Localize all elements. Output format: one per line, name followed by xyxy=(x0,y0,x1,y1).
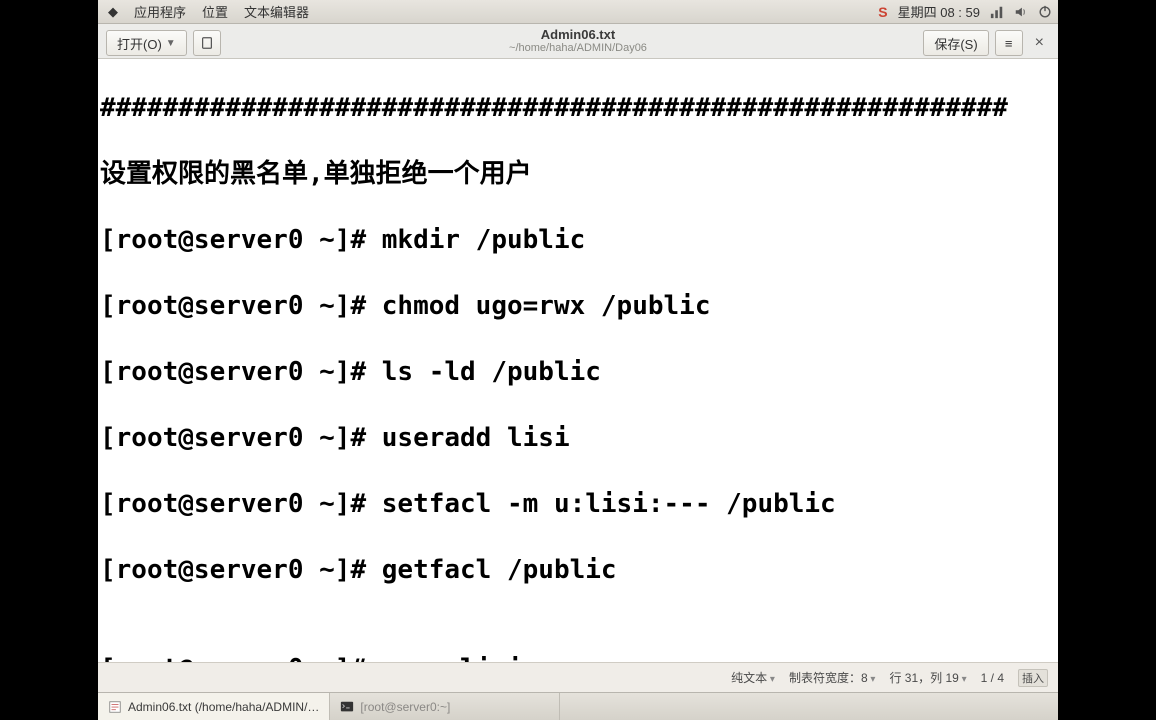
gedit-icon xyxy=(108,700,122,714)
places-menu[interactable]: 位置 xyxy=(202,2,228,21)
task-label: Admin06.txt (/home/haha/ADMIN/… xyxy=(128,700,319,714)
text-line: [root@server0 ~]# chmod ugo=rwx /public xyxy=(100,290,1056,323)
editor-content[interactable]: ########################################… xyxy=(98,59,1058,662)
window-path: ~/home/haha/ADMIN/Day06 xyxy=(106,42,1050,54)
text-line: [root@server0 ~]# su - lisi xyxy=(100,653,1056,662)
taskbar: Admin06.txt (/home/haha/ADMIN/… [root@se… xyxy=(98,692,1058,720)
cursor-position[interactable]: 行 31，列 19 xyxy=(889,669,966,686)
syntax-mode[interactable]: 纯文本 xyxy=(731,669,775,686)
page-number: 1 / 4 xyxy=(981,671,1004,685)
text-line: 设置权限的黑名单,单独拒绝一个用户 xyxy=(100,158,1056,191)
terminal-icon xyxy=(340,700,354,714)
text-line: ########################################… xyxy=(100,92,1056,125)
open-button[interactable]: 打开(O) ▼ xyxy=(106,30,187,56)
text-line: [root@server0 ~]# ls -ld /public xyxy=(100,356,1056,389)
power-icon[interactable] xyxy=(1038,5,1052,19)
insert-mode[interactable]: 插入 xyxy=(1018,669,1048,687)
tab-width[interactable]: 制表符宽度：8 xyxy=(789,669,876,686)
network-icon[interactable] xyxy=(990,5,1004,19)
activities-icon[interactable]: ◆ xyxy=(108,4,118,20)
task-admin06[interactable]: Admin06.txt (/home/haha/ADMIN/… xyxy=(98,693,330,720)
save-button[interactable]: 保存(S) xyxy=(923,30,988,56)
text-line: [root@server0 ~]# mkdir /public xyxy=(100,224,1056,257)
text-line: [root@server0 ~]# getfacl /public xyxy=(100,554,1056,587)
statusbar: 纯文本 制表符宽度：8 行 31，列 19 1 / 4 插入 xyxy=(98,662,1058,692)
close-button[interactable]: × xyxy=(1029,34,1050,52)
hamburger-button[interactable]: ≡ xyxy=(995,30,1023,56)
text-line: [root@server0 ~]# useradd lisi xyxy=(100,422,1056,455)
gnome-topbar: ◆ 应用程序 位置 文本编辑器 S 星期四 08 : 59 xyxy=(98,0,1058,24)
apps-menu[interactable]: 应用程序 xyxy=(134,2,186,21)
new-tab-button[interactable] xyxy=(193,30,221,56)
volume-icon[interactable] xyxy=(1014,5,1028,19)
clock[interactable]: 星期四 08 : 59 xyxy=(898,2,980,21)
texteditor-menu[interactable]: 文本编辑器 xyxy=(244,2,309,21)
text-line: [root@server0 ~]# setfacl -m u:lisi:--- … xyxy=(100,488,1056,521)
open-label: 打开(O) xyxy=(117,34,162,53)
hamburger-icon: ≡ xyxy=(1005,36,1013,51)
task-label: [root@server0:~] xyxy=(360,700,450,714)
wps-icon[interactable]: S xyxy=(878,4,887,20)
task-terminal[interactable]: [root@server0:~] xyxy=(330,693,560,720)
editor-titlebar: 打开(O) ▼ Admin06.txt ~/home/haha/ADMIN/Da… xyxy=(98,24,1058,59)
window-title: Admin06.txt xyxy=(106,27,1050,42)
chevron-down-icon: ▼ xyxy=(166,38,176,49)
document-icon xyxy=(200,36,214,50)
